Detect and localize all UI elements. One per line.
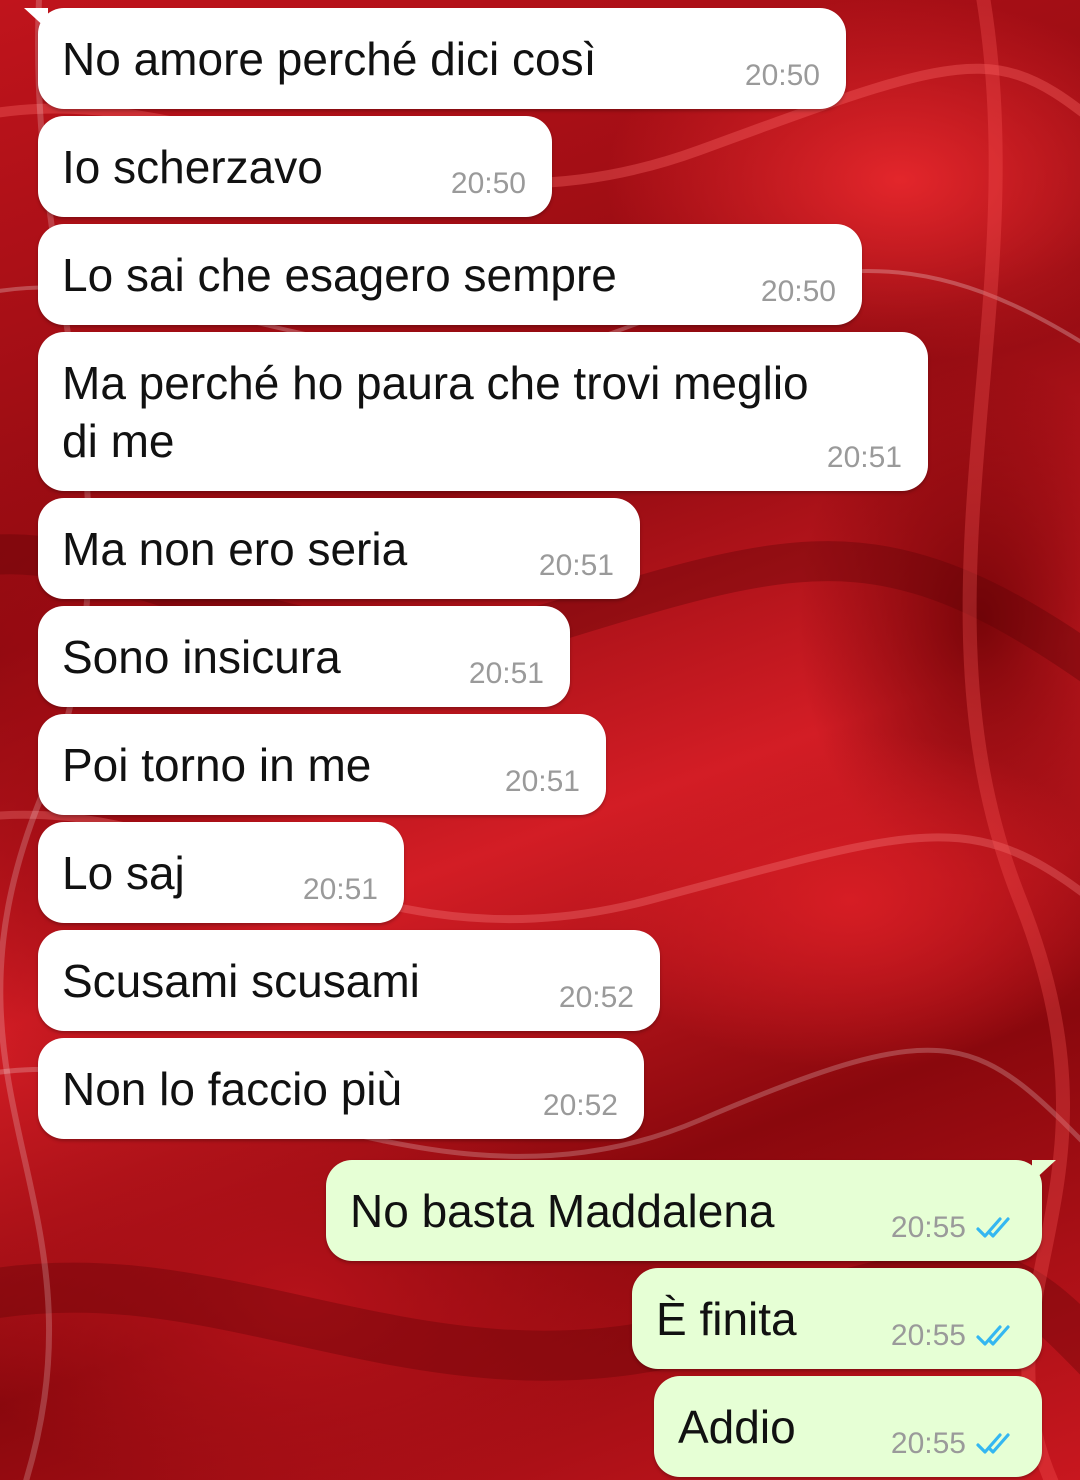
message-text: Ma perché ho paura che trovi meglio di m… — [62, 357, 809, 467]
message-time: 20:55 — [891, 1427, 1020, 1461]
message-time: 20:51 — [469, 657, 544, 691]
message-text: Lo sai che esagero sempre — [62, 249, 617, 301]
message-time: 20:55 — [891, 1319, 1020, 1353]
message-bubble-incoming[interactable]: Ma non ero seria 20:51 — [38, 498, 640, 599]
message-time: 20:52 — [559, 981, 634, 1015]
double-check-icon — [976, 1217, 1010, 1238]
message-bubble-incoming[interactable]: Scusami scusami 20:52 — [38, 930, 660, 1031]
message-bubble-outgoing[interactable]: È finita 20:55 — [632, 1268, 1042, 1369]
message-bubble-incoming[interactable]: Io scherzavo 20:50 — [38, 116, 552, 217]
message-bubble-incoming[interactable]: Poi torno in me 20:51 — [38, 714, 606, 815]
timestamp: 20:50 — [744, 59, 820, 92]
timestamp: 20:55 — [890, 1211, 966, 1244]
message-bubble-incoming[interactable]: Sono insicura 20:51 — [38, 606, 570, 707]
message-text: Ma non ero seria — [62, 523, 408, 575]
message-text: Non lo faccio più — [62, 1063, 403, 1115]
message-text: No amore perché dici così — [62, 33, 597, 85]
message-time: 20:55 — [891, 1211, 1020, 1245]
timestamp: 20:50 — [760, 275, 836, 308]
message-bubble-incoming[interactable]: Ma perché ho paura che trovi meglio di m… — [38, 332, 928, 491]
timestamp: 20:55 — [890, 1427, 966, 1460]
bubble-tail — [1032, 1160, 1056, 1182]
message-time: 20:51 — [827, 441, 902, 475]
timestamp: 20:51 — [504, 765, 580, 798]
message-time: 20:50 — [451, 167, 526, 201]
timestamp: 20:55 — [890, 1319, 966, 1352]
message-bubble-incoming[interactable]: Lo saj 20:51 — [38, 822, 404, 923]
message-bubble-incoming[interactable]: Non lo faccio più 20:52 — [38, 1038, 644, 1139]
bubble-tail — [24, 8, 48, 30]
message-text: Scusami scusami — [62, 955, 420, 1007]
message-time: 20:51 — [505, 765, 580, 799]
message-time: 20:51 — [539, 549, 614, 583]
message-time: 20:51 — [303, 873, 378, 907]
timestamp: 20:52 — [558, 981, 634, 1014]
double-check-icon — [976, 1433, 1010, 1454]
message-bubble-outgoing[interactable]: No basta Maddalena 20:55 — [326, 1160, 1056, 1261]
timestamp: 20:52 — [542, 1089, 618, 1122]
timestamp: 20:51 — [468, 657, 544, 690]
timestamp: 20:51 — [826, 441, 902, 474]
message-bubble-outgoing[interactable]: Addio 20:55 — [654, 1376, 1042, 1477]
message-time: 20:50 — [745, 59, 820, 93]
timestamp: 20:50 — [450, 167, 526, 200]
message-time: 20:50 — [761, 275, 836, 309]
message-bubble-incoming[interactable]: No amore perché dici così 20:50 — [24, 8, 846, 109]
timestamp: 20:51 — [302, 873, 378, 906]
message-time: 20:52 — [543, 1089, 618, 1123]
double-check-icon — [976, 1325, 1010, 1346]
timestamp: 20:51 — [538, 549, 614, 582]
message-bubble-incoming[interactable]: Lo sai che esagero sempre 20:50 — [38, 224, 862, 325]
